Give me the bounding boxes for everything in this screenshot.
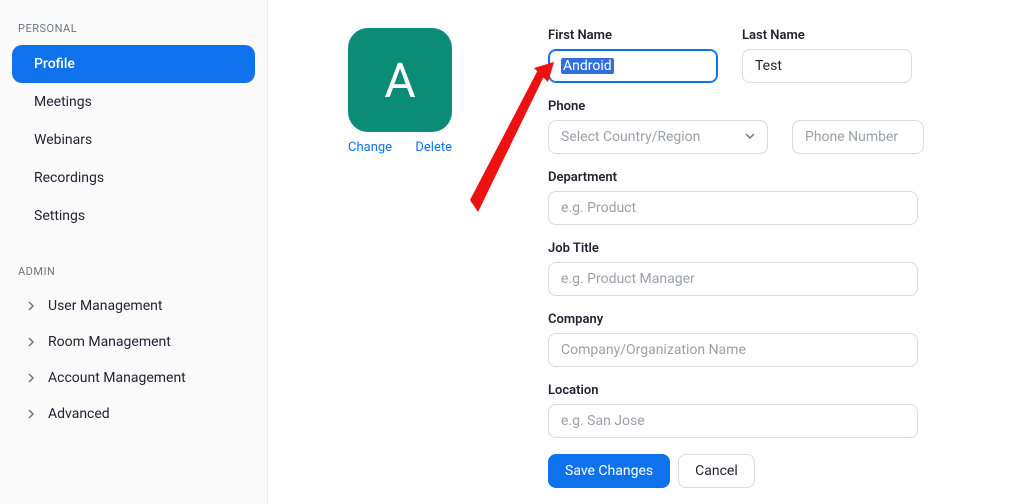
company-field[interactable]: Company/Organization Name [548, 333, 918, 367]
sidebar-admin-group: User Management Room Management Account … [0, 288, 267, 456]
department-field[interactable]: e.g. Product [548, 191, 918, 225]
cancel-button[interactable]: Cancel [678, 454, 755, 488]
cancel-button-label: Cancel [695, 463, 738, 479]
sidebar-personal-group: Profile Meetings Webinars Recordings Set… [0, 45, 267, 259]
last-name-field[interactable]: Test [742, 49, 912, 83]
location-label: Location [548, 383, 918, 398]
phone-country-select[interactable]: Select Country/Region [548, 120, 768, 154]
sidebar-item-label: Meetings [34, 94, 92, 110]
chevron-down-icon [745, 129, 755, 145]
sidebar-item-label: Webinars [34, 132, 92, 148]
sidebar-item-recordings[interactable]: Recordings [12, 159, 255, 197]
sidebar-section-admin: ADMIN [0, 259, 267, 288]
sidebar-item-label: Settings [34, 208, 85, 224]
phone-number-placeholder: Phone Number [805, 129, 898, 145]
phone-number-field[interactable]: Phone Number [792, 120, 924, 154]
department-placeholder: e.g. Product [561, 200, 636, 216]
company-label: Company [548, 312, 918, 327]
sidebar-item-meetings[interactable]: Meetings [12, 83, 255, 121]
sidebar-item-label: Recordings [34, 170, 104, 186]
avatar-delete-link[interactable]: Delete [415, 140, 452, 155]
first-name-field[interactable]: Android [548, 49, 718, 83]
avatar-column: A Change Delete [348, 28, 460, 155]
avatar-letter: A [384, 52, 415, 109]
company-placeholder: Company/Organization Name [561, 342, 746, 358]
job-title-label: Job Title [548, 241, 918, 256]
form-buttons: Save Changes Cancel [548, 454, 918, 488]
sidebar-item-room-management[interactable]: Room Management [12, 324, 255, 360]
sidebar-item-label: Profile [34, 56, 75, 72]
chevron-right-icon [26, 301, 40, 311]
first-name-label: First Name [548, 28, 718, 43]
save-button-label: Save Changes [565, 463, 653, 479]
sidebar-item-label: Account Management [48, 370, 186, 386]
job-title-field[interactable]: e.g. Product Manager [548, 262, 918, 296]
save-button[interactable]: Save Changes [548, 454, 670, 488]
avatar-change-link[interactable]: Change [348, 140, 392, 155]
job-title-placeholder: e.g. Product Manager [561, 271, 695, 287]
chevron-right-icon [26, 337, 40, 347]
last-name-value: Test [755, 58, 782, 74]
chevron-right-icon [26, 409, 40, 419]
annotation-arrow-icon [466, 60, 556, 220]
avatar-actions: Change Delete [348, 140, 452, 155]
phone-country-placeholder: Select Country/Region [561, 129, 700, 145]
main-content: A Change Delete First Name Android Last … [268, 0, 1024, 504]
first-name-value: Android [561, 58, 614, 74]
sidebar-item-label: Advanced [48, 406, 110, 422]
sidebar-item-user-management[interactable]: User Management [12, 288, 255, 324]
sidebar-item-label: Room Management [48, 334, 171, 350]
department-label: Department [548, 170, 918, 185]
location-field[interactable]: e.g. San Jose [548, 404, 918, 438]
last-name-label: Last Name [742, 28, 912, 43]
sidebar-item-profile[interactable]: Profile [12, 45, 255, 83]
sidebar-item-webinars[interactable]: Webinars [12, 121, 255, 159]
sidebar-section-personal: PERSONAL [0, 16, 267, 45]
sidebar-item-advanced[interactable]: Advanced [12, 396, 255, 432]
sidebar-item-settings[interactable]: Settings [12, 197, 255, 235]
profile-form: First Name Android Last Name Test Phone … [548, 28, 918, 488]
avatar[interactable]: A [348, 28, 452, 132]
location-placeholder: e.g. San Jose [561, 413, 645, 429]
chevron-right-icon [26, 373, 40, 383]
sidebar-item-account-management[interactable]: Account Management [12, 360, 255, 396]
phone-label: Phone [548, 99, 918, 114]
sidebar-item-label: User Management [48, 298, 162, 314]
sidebar: PERSONAL Profile Meetings Webinars Recor… [0, 0, 268, 504]
